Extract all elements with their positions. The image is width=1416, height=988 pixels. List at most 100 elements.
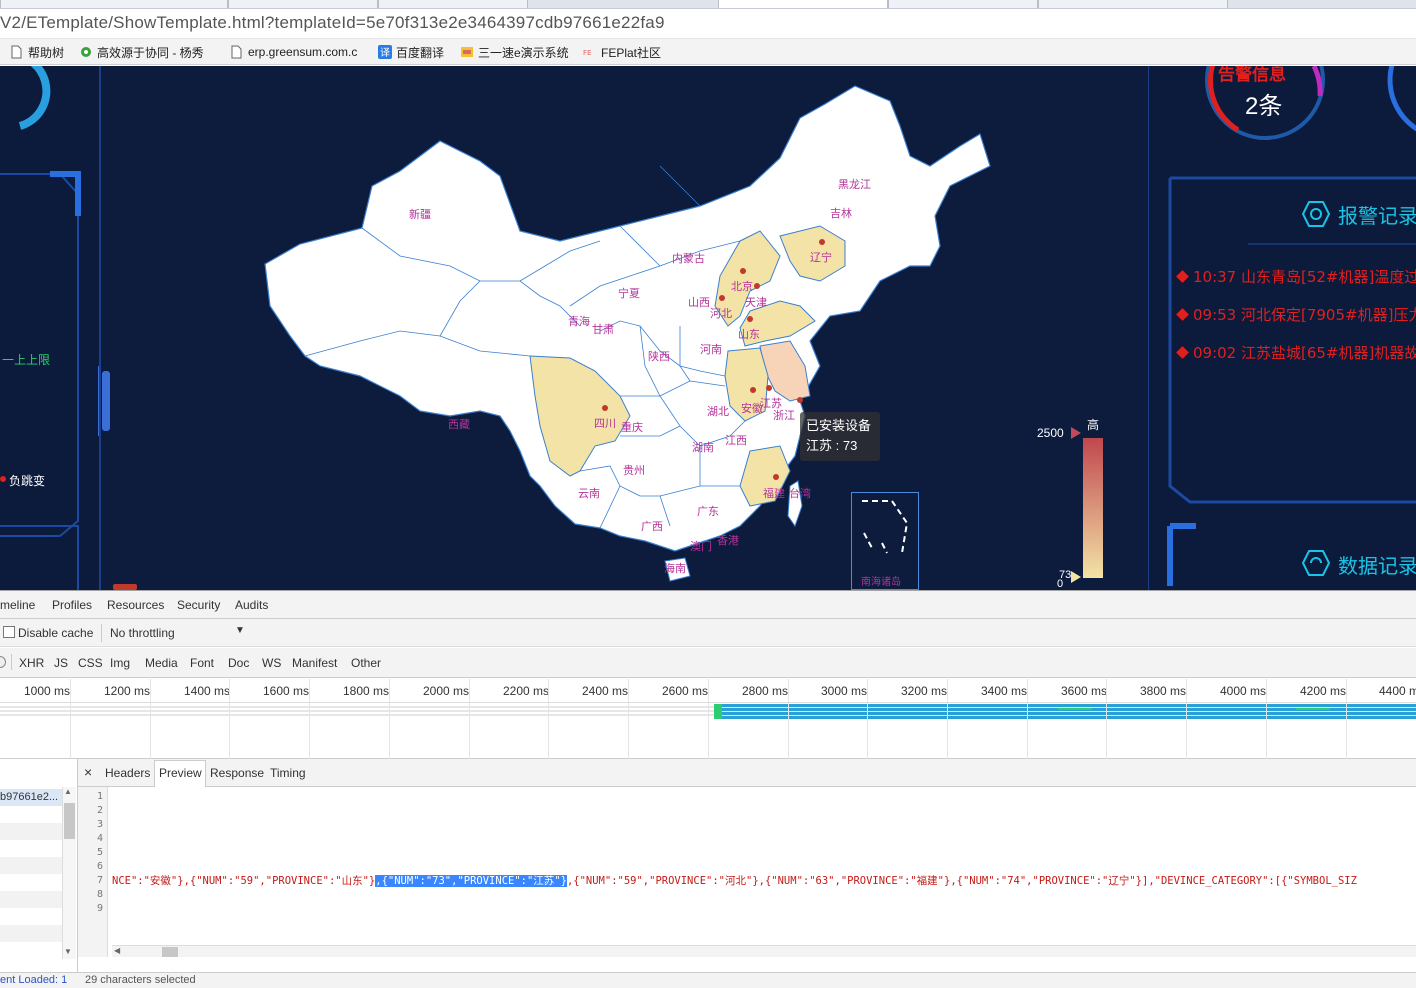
diamond-icon (1176, 270, 1189, 283)
data-section-title: 数据记录 (1338, 556, 1416, 578)
request-row[interactable] (0, 925, 62, 942)
filter-js[interactable]: JS (54, 656, 68, 670)
translate-icon: 译 (378, 45, 392, 59)
browser-tab[interactable] (888, 0, 1038, 8)
south-sea-inset: 南海诸岛 (851, 492, 919, 590)
request-list-scrollbar[interactable]: ▲ ▼ (62, 787, 76, 959)
jump-label: 负跳变 (9, 474, 46, 488)
grid-line (1186, 679, 1187, 759)
map-tooltip: 已安装设备 江苏 : 73 (800, 412, 880, 461)
response-viewer[interactable]: 1 2 3 4 5 6 7 8 9 NCE":"安徽"},{"NUM":"59"… (78, 787, 1416, 957)
warning-count: 2条 (1245, 93, 1283, 120)
province-label: 天津 (745, 297, 767, 309)
grid-line (708, 679, 709, 759)
address-bar[interactable]: V2/ETemplate/ShowTemplate.html?templateI… (0, 9, 1416, 39)
alarm-item[interactable]: 09:53 河北保定[7905#机器]压力 (1176, 304, 1416, 325)
request-name: b97661e2... (0, 791, 59, 803)
province-label: 河南 (700, 344, 722, 356)
throttling-select[interactable]: No throttling (110, 626, 175, 640)
url-text[interactable]: V2/ETemplate/ShowTemplate.html?templateI… (0, 13, 665, 33)
filter-css[interactable]: CSS (78, 656, 103, 670)
bookmark-item[interactable]: 译 百度翻译 (378, 43, 444, 61)
grid-line (1027, 679, 1028, 759)
filter-manifest[interactable]: Manifest (292, 656, 337, 670)
gear-icon (79, 45, 92, 59)
bookmark-item[interactable]: erp.greensum.com.c (230, 43, 357, 61)
province-label: 湖南 (692, 442, 714, 454)
filter-xhr[interactable]: XHR (19, 656, 44, 670)
filter-other[interactable]: Other (351, 656, 381, 670)
province-label: 西藏 (448, 419, 470, 431)
line-number: 1 (96, 791, 103, 802)
tab-profiles[interactable]: Profiles (52, 598, 92, 612)
filter-ws[interactable]: WS (262, 656, 281, 670)
chevron-down-icon[interactable]: ▼ (235, 625, 245, 636)
tick-label: 2200 ms (503, 684, 550, 698)
filter-doc[interactable]: Doc (228, 656, 249, 670)
province-label: 广东 (697, 506, 719, 518)
tab-security[interactable]: Security (177, 598, 220, 612)
alarm-text: 10:37 山东青岛[52#机器]温度过 (1193, 268, 1416, 286)
browser-tab-active[interactable] (718, 0, 888, 8)
province-label: 内蒙古 (672, 253, 705, 265)
network-toolbar: Disable cache No throttling ▼ (0, 619, 1416, 647)
filter-font[interactable]: Font (190, 656, 214, 670)
tab-audits[interactable]: Audits (235, 598, 268, 612)
tab-timing[interactable]: Timing (270, 766, 306, 780)
grid-line (867, 679, 868, 759)
legend-zero: 0 (1057, 578, 1064, 590)
grid-line (1346, 679, 1347, 759)
browser-tab[interactable] (228, 0, 378, 8)
china-map[interactable] (100, 66, 1150, 590)
tab-resources[interactable]: Resources (107, 598, 164, 612)
code-suffix: ,{"NUM":"59","PROVINCE":"河北"},{"NUM":"63… (566, 875, 1357, 887)
province-label: 台湾 (789, 488, 811, 500)
disable-cache-checkbox[interactable] (3, 626, 15, 638)
tab-timeline[interactable]: meline (0, 598, 35, 612)
filter-divider (11, 654, 12, 670)
province-label: 重庆 (621, 422, 643, 434)
bookmark-item[interactable]: 三一速e演示系统 (460, 43, 569, 61)
diamond-icon (1176, 308, 1189, 321)
app-icon (460, 45, 473, 59)
filter-img[interactable]: Img (110, 656, 130, 670)
request-row[interactable] (0, 823, 62, 840)
browser-tab[interactable] (378, 0, 528, 8)
tick-label: 1000 ms (24, 684, 71, 698)
legend-bottom-handle-icon[interactable] (1071, 571, 1081, 583)
tab-headers[interactable]: Headers (105, 766, 150, 780)
grid-line (229, 679, 230, 759)
bookmark-item[interactable]: 帮助树 (10, 43, 64, 61)
legend-top-handle-icon[interactable] (1071, 427, 1081, 439)
request-row-selected[interactable]: b97661e2... (0, 789, 62, 806)
code-line-7[interactable]: NCE":"安徽"},{"NUM":"59","PROVINCE":"山东"},… (112, 873, 1357, 888)
legend-max: 2500 (1037, 426, 1064, 440)
bookmark-item[interactable]: FE FEPlat社区 (583, 43, 661, 61)
alarm-item[interactable]: 09:02 江苏盐城[65#机器]机器故 (1176, 342, 1416, 363)
province-label: 湖北 (707, 406, 729, 418)
close-icon[interactable]: × (84, 764, 92, 780)
tab-preview[interactable]: Preview (159, 766, 202, 780)
line-number: 8 (96, 889, 103, 900)
grid-line (947, 679, 948, 759)
request-row[interactable] (0, 857, 62, 874)
legend-gradient-bar[interactable] (1083, 438, 1103, 578)
filter-bar: XHR JS CSS Img Media Font Doc WS Manifes… (0, 648, 1416, 678)
tab-response[interactable]: Response (210, 766, 264, 780)
line-number: 3 (96, 819, 103, 830)
grid-line (548, 679, 549, 759)
filter-media[interactable]: Media (145, 656, 178, 670)
horizontal-scrollbar[interactable]: ◀ (112, 945, 1416, 957)
alarm-item[interactable]: 10:37 山东青岛[52#机器]温度过 (1176, 266, 1416, 287)
bookmark-item[interactable]: 高效源于协同 - 杨秀 (79, 43, 204, 61)
left-panel: 一上上限 负跳变 (0, 66, 100, 590)
tooltip-title: 已安装设备 (806, 418, 872, 433)
tick-label: 3400 ms (981, 684, 1028, 698)
bookmark-label: 高效源于协同 - 杨秀 (97, 45, 204, 60)
grid-line (1266, 679, 1267, 759)
request-row[interactable] (0, 891, 62, 908)
browser-tab[interactable] (0, 0, 228, 8)
browser-tab[interactable] (1038, 0, 1228, 8)
filter-toggle-icon[interactable] (0, 656, 6, 668)
dashboard-viewport: 一上上限 负跳变 新疆 西藏 青海 甘肃 内蒙古 宁夏 黑龙江 吉林 辽宁 北京… (0, 66, 1416, 590)
